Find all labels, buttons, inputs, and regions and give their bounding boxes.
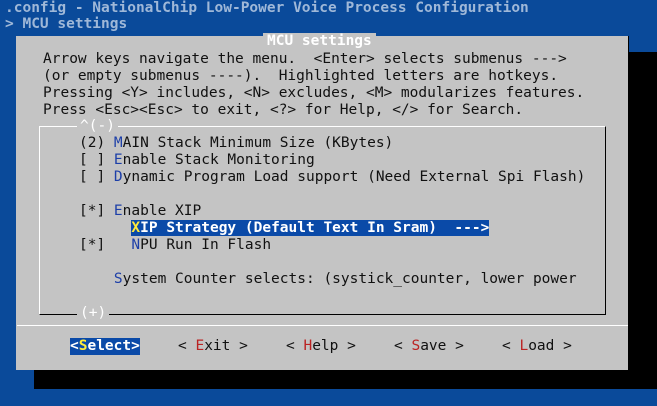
item-prefix: [*] (79, 237, 132, 253)
btn-bracket: < (70, 338, 79, 354)
menu-item-dynamic-program-load[interactable]: [ ] Dynamic Program Load support (Need E… (79, 169, 585, 186)
item-label: ystem Counter selects: (systick_counter,… (122, 271, 577, 287)
select-button[interactable]: <Select> (70, 338, 140, 355)
menu-item-enable-xip[interactable]: [*] Enable XIP (79, 203, 201, 220)
item-prefix: [ ] (79, 152, 114, 168)
item-prefix: [ ] (79, 169, 114, 185)
item-hotkey: N (131, 237, 141, 253)
btn-label: elp (312, 338, 339, 354)
btn-label: elect (87, 338, 132, 354)
btn-label: oad (528, 338, 555, 354)
btn-hotkey: L (519, 338, 529, 354)
item-label: AIN Stack Minimum Size (KBytes) (122, 135, 394, 151)
item-hotkey: E (113, 152, 123, 168)
load-button[interactable]: < Load > (502, 338, 572, 355)
item-hotkey: E (113, 203, 123, 219)
btn-bracket: > (338, 338, 356, 354)
btn-bracket: < (286, 338, 304, 354)
btn-bracket: < (394, 338, 412, 354)
scroll-up-indicator[interactable]: ^(-) (77, 118, 118, 135)
exit-button[interactable]: < Exit > (178, 338, 248, 355)
btn-bracket: > (446, 338, 464, 354)
item-prefix: [*] (79, 203, 114, 219)
item-prefix: (2) (79, 135, 114, 151)
btn-hotkey: H (303, 338, 313, 354)
item-hotkey: X (131, 220, 141, 236)
item-label: PU Run In Flash (140, 237, 272, 253)
btn-bracket: < (178, 338, 196, 354)
btn-bracket: > (554, 338, 572, 354)
btn-hotkey: S (411, 338, 421, 354)
btn-label: xit (204, 338, 231, 354)
btn-hotkey: E (195, 338, 205, 354)
button-separator (17, 325, 628, 326)
help-line-2: (or empty submenus ----). Highlighted le… (43, 68, 559, 84)
item-label: nable XIP (122, 203, 202, 219)
save-button[interactable]: < Save > (394, 338, 464, 355)
item-hotkey: S (113, 271, 123, 287)
dialog-title: MCU settings (263, 33, 376, 50)
menu-item-stack-monitoring[interactable]: [ ] Enable Stack Monitoring (79, 152, 315, 169)
help-line-3: Pressing <Y> includes, <N> excludes, <M>… (43, 85, 585, 101)
scroll-down-indicator[interactable]: (+) (77, 305, 110, 322)
help-line-1: Arrow keys navigate the menu. <Enter> se… (43, 51, 567, 67)
item-prefix (79, 271, 114, 287)
item-hotkey: D (113, 169, 123, 185)
item-label: IP Strategy (Default Text In Sram) ---> (140, 220, 490, 236)
item-hotkey: M (113, 135, 123, 151)
menu-item-xip-strategy[interactable]: XIP Strategy (Default Text In Sram) ---> (79, 220, 490, 237)
menu-item-main-stack-size[interactable]: (2) MAIN Stack Minimum Size (KBytes) (79, 135, 393, 152)
item-label: nable Stack Monitoring (122, 152, 315, 168)
btn-bracket: < (502, 338, 520, 354)
btn-label: ave (420, 338, 447, 354)
menu-item-npu-run-in-flash[interactable]: [*] NPU Run In Flash (79, 237, 271, 254)
config-title: .config - NationalChip Low-Power Voice P… (5, 0, 529, 16)
breadcrumb: > MCU settings (5, 16, 128, 32)
btn-bracket: > (131, 338, 140, 354)
item-prefix (79, 220, 131, 236)
help-button[interactable]: < Help > (286, 338, 356, 355)
btn-bracket: > (230, 338, 248, 354)
help-line-4: Press <Esc><Esc> to exit, <?> for Help, … (43, 102, 524, 118)
dialog-edge (628, 36, 629, 370)
item-label: ynamic Program Load support (Need Extern… (122, 169, 586, 185)
menu-item-system-counter[interactable]: System Counter selects: (systick_counter… (79, 271, 577, 288)
